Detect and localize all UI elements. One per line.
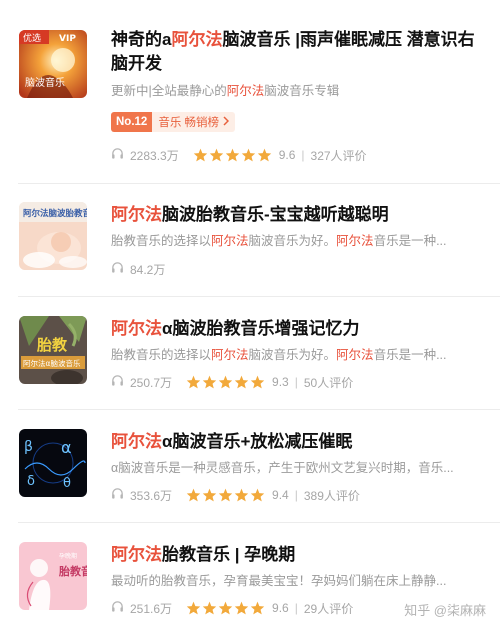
star-icon xyxy=(225,148,239,162)
cover-caption: 阿尔法脑波胎教音乐 xyxy=(23,208,87,219)
meta-divider: | xyxy=(294,375,298,389)
meta-divider: | xyxy=(294,488,298,502)
star-icon xyxy=(250,601,265,615)
star-icon xyxy=(186,375,201,389)
chart-name: 音乐 畅销榜 xyxy=(158,117,220,129)
watermark: 知乎 @柒麻麻 xyxy=(404,603,486,618)
star-icon xyxy=(234,375,249,389)
play-count: 251.6万 xyxy=(130,601,173,616)
review-count: 50人评价 xyxy=(303,375,354,390)
beta-symbol: β xyxy=(24,439,33,455)
delta-symbol: δ xyxy=(27,474,35,489)
star-icon xyxy=(218,488,233,502)
rating-score: 9.6 xyxy=(272,601,289,615)
theta-symbol: θ xyxy=(63,476,71,491)
alpha-symbol: α xyxy=(61,438,72,457)
album-meta: 84.2万 xyxy=(111,260,165,278)
album-cover[interactable]: 胎教 阿尔法α脑波音乐 xyxy=(19,316,87,384)
album-cover[interactable]: 优选 VIP 脑波音乐 xyxy=(19,30,87,98)
chart-rank-badge[interactable]: No.12 音乐 畅销榜 xyxy=(111,112,236,132)
headphone-icon xyxy=(111,487,124,503)
review-count: 327人评价 xyxy=(310,148,367,163)
divider xyxy=(18,409,500,410)
star-icon xyxy=(257,148,271,162)
album-title[interactable]: 阿尔法α脑波胎教音乐增强记忆力 xyxy=(111,317,483,341)
album-cover[interactable]: 孕晚期 胎教音乐 xyxy=(19,542,87,610)
rating-stars xyxy=(186,488,266,502)
meta-divider: | xyxy=(294,601,298,615)
headphone-icon xyxy=(111,261,124,277)
album-meta: 251.6万 9.6 | 29人评价 xyxy=(111,599,353,617)
cover-caption: 胎教 xyxy=(37,336,68,354)
star-icon xyxy=(202,375,217,389)
rating-stars xyxy=(186,601,266,615)
cover-subcaption: 阿尔法α脑波音乐 xyxy=(23,358,81,368)
album-title[interactable]: 阿尔法α脑波音乐+放松减压催眠 xyxy=(111,430,483,454)
review-count: 29人评价 xyxy=(303,601,354,616)
star-icon xyxy=(218,601,233,615)
album-meta: 250.7万 9.3 | 50人评价 xyxy=(111,373,353,391)
star-icon xyxy=(202,488,217,502)
divider xyxy=(18,183,500,184)
rating-stars xyxy=(186,375,266,389)
star-icon xyxy=(250,488,265,502)
album-title[interactable]: 阿尔法胎教音乐 | 孕晚期 xyxy=(111,543,483,567)
divider xyxy=(18,522,500,523)
chevron-right-icon xyxy=(223,115,230,129)
star-icon xyxy=(250,375,265,389)
star-icon xyxy=(193,148,207,162)
play-count: 2283.3万 xyxy=(130,148,179,163)
album-description: 胎教音乐的选择以阿尔法脑波音乐为好。阿尔法音乐是一种... xyxy=(111,234,447,248)
star-icon xyxy=(186,488,201,502)
star-icon xyxy=(202,601,217,615)
star-icon xyxy=(234,488,249,502)
star-icon xyxy=(218,375,233,389)
play-count: 250.7万 xyxy=(130,375,173,390)
rating-score: 9.3 xyxy=(272,375,289,389)
album-description: α脑波音乐是一种灵感音乐，产生于欧州文艺复兴时期，音乐... xyxy=(111,461,454,475)
rating-score: 9.4 xyxy=(272,488,289,502)
album-description: 最动听的胎教音乐，孕育最美宝宝！孕妈妈们躺在床上静静... xyxy=(111,574,447,588)
rating-score: 9.6 xyxy=(278,148,296,162)
play-count: 353.6万 xyxy=(130,488,173,503)
star-icon xyxy=(209,148,223,162)
album-meta: 2283.3万 9.6 | 327人评价 xyxy=(111,146,367,164)
star-icon xyxy=(241,148,255,162)
cover-tag: 孕晚期 xyxy=(59,552,77,560)
album-cover[interactable]: 阿尔法脑波胎教音乐 xyxy=(19,202,87,270)
album-meta: 353.6万 9.4 | 389人评价 xyxy=(111,486,360,504)
headphone-icon xyxy=(111,600,124,616)
headphone-icon xyxy=(111,147,124,163)
rank-label: No.12 xyxy=(111,112,153,132)
album-title[interactable]: 神奇的a阿尔法脑波音乐 |雨声催眠减压 潜意识右脑开发 xyxy=(111,28,483,76)
album-description: 更新中|全站最静心的阿尔法脑波音乐专辑 xyxy=(111,84,340,98)
star-icon xyxy=(186,601,201,615)
vip-badge: VIP xyxy=(59,34,76,44)
cover-label: 优选 xyxy=(23,32,41,44)
play-count: 84.2万 xyxy=(130,262,166,277)
headphone-icon xyxy=(111,374,124,390)
cover-caption: 胎教音乐 xyxy=(58,564,87,578)
album-title[interactable]: 阿尔法脑波胎教音乐-宝宝越听越聪明 xyxy=(111,203,483,227)
divider xyxy=(18,296,500,297)
album-cover[interactable]: β α δ θ xyxy=(19,429,87,497)
star-icon xyxy=(234,601,249,615)
rating-stars xyxy=(193,148,273,162)
review-count: 389人评价 xyxy=(303,488,360,503)
meta-divider: | xyxy=(301,148,305,162)
cover-caption: 脑波音乐 xyxy=(25,76,65,89)
album-description: 胎教音乐的选择以阿尔法脑波音乐为好。阿尔法音乐是一种... xyxy=(111,348,447,362)
